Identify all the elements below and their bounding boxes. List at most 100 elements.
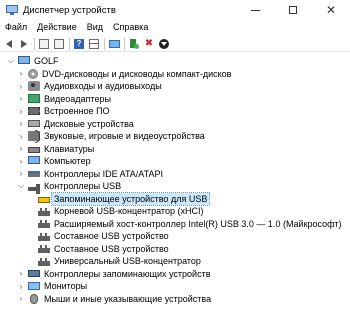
show-hidden-button[interactable]: [53, 38, 65, 50]
chevron-right-icon[interactable]: ›: [16, 294, 26, 303]
tree-item-usb-generic-hub[interactable]: Универсальный USB-концентратор: [36, 255, 201, 267]
tree-item-label: Составное USB устройство: [54, 243, 169, 254]
chevron-down-icon[interactable]: ⌵: [16, 181, 26, 191]
tree-item-label: Компьютер: [44, 156, 91, 166]
computer-icon: [28, 156, 40, 164]
tree-item-label: Расширяемый хост-контроллер Intel(R) USB…: [54, 218, 342, 229]
tree-item-disk-drives[interactable]: › Дисковые устройства: [16, 118, 134, 130]
properties-button[interactable]: [38, 38, 50, 50]
tree-item-label: Встроенное ПО: [44, 106, 110, 116]
grid-view-button[interactable]: [88, 38, 100, 50]
update-driver-button[interactable]: [128, 38, 140, 50]
computer-icon: [18, 56, 30, 64]
chevron-right-icon[interactable]: ›: [16, 132, 26, 141]
toolbar-separator: [34, 37, 35, 50]
menu-action[interactable]: Действие: [32, 20, 82, 35]
tree-item-firmware[interactable]: › Встроенное ПО: [16, 105, 110, 117]
chevron-right-icon[interactable]: ›: [16, 282, 26, 291]
properties-icon: [39, 38, 49, 49]
toolbar: ? ✖: [0, 36, 350, 52]
tree-item-label: Аудиовходы и аудиовыходы: [44, 81, 162, 91]
tree-root-label: GOLF: [34, 56, 59, 66]
tree-item-label: Видеоадаптеры: [44, 93, 111, 104]
keyboard-icon: [28, 146, 40, 153]
menu-view[interactable]: Вид: [82, 20, 108, 35]
forward-icon: [21, 39, 27, 48]
menu-file[interactable]: Файл: [0, 20, 32, 35]
tree-item-label: Мониторы: [44, 281, 88, 291]
tree-item-monitors[interactable]: › Мониторы: [16, 280, 87, 292]
chevron-right-icon[interactable]: ›: [16, 82, 26, 91]
chevron-right-icon[interactable]: ›: [16, 157, 26, 166]
toolbar-separator: [124, 37, 125, 50]
help-icon: ?: [74, 38, 84, 49]
close-icon: ✕: [325, 3, 337, 17]
tree-item-label: Звуковые, игровые и видеоустройства: [44, 131, 205, 141]
tree-item-label: Контроллеры USB: [44, 181, 122, 191]
tree-item-sound[interactable]: › Звуковые, игровые и видеоустройства: [16, 130, 205, 143]
usb-icon: [28, 184, 40, 194]
tree-item-audio-io[interactable]: › Аудиовходы и аудиовыходы: [16, 80, 162, 92]
chevron-right-icon[interactable]: ›: [16, 119, 26, 128]
chevron-right-icon[interactable]: ›: [16, 94, 26, 103]
uninstall-button[interactable]: ✖: [143, 38, 155, 50]
tree-item-label: Мыши и иные указывающие устройства: [44, 293, 212, 304]
usb-hub-icon: [38, 232, 50, 241]
chevron-right-icon[interactable]: ›: [16, 169, 26, 178]
tree-item-usb-controllers[interactable]: ⌵ Контроллеры USB: [16, 180, 122, 194]
chevron-right-icon[interactable]: ›: [16, 144, 26, 153]
disk-drive-icon: [28, 120, 40, 127]
menu-help[interactable]: Справка: [108, 20, 153, 35]
tree-item-mice[interactable]: › Мыши и иные указывающие устройства: [16, 293, 211, 305]
toolbar-separator: [104, 37, 105, 50]
tree-item-label: Дисковые устройства: [44, 118, 134, 129]
tree-root[interactable]: ⌵ GOLF: [6, 55, 59, 67]
tree-item-dvd[interactable]: › DVD-дисководы и дисководы компакт-диск…: [16, 68, 231, 80]
maximize-button[interactable]: [274, 0, 312, 20]
tree-item-usb-mass-storage[interactable]: Запоминающее устройство для USB: [36, 191, 211, 206]
chevron-right-icon[interactable]: ›: [16, 69, 26, 78]
usb-hub-icon: [38, 220, 50, 228]
tree-item-video-adapters[interactable]: › Видеоадаптеры: [16, 93, 111, 105]
window-title: Диспетчер устройств: [23, 4, 116, 16]
storage-controller-icon: [28, 270, 40, 277]
update-driver-icon: [129, 38, 139, 49]
tree-item-label: Контроллеры IDE ATA/ATAPI: [44, 168, 163, 179]
firmware-chip-icon: [28, 107, 40, 115]
tree-item-storage-controllers[interactable]: › Контроллеры запоминающих устройств: [16, 268, 211, 280]
title-bar: Диспетчер устройств ✕: [0, 0, 350, 20]
tree-item-usb-composite-1[interactable]: Составное USB устройство: [36, 230, 169, 242]
tree-item-label: Контроллеры запоминающих устройств: [44, 268, 211, 279]
tree-item-computer[interactable]: › Компьютер: [16, 155, 91, 167]
chevron-right-icon[interactable]: ›: [16, 269, 26, 278]
menu-bar: Файл Действие Вид Справка: [0, 20, 350, 35]
help-button[interactable]: ?: [73, 38, 85, 50]
chevron-down-icon[interactable]: ⌵: [6, 56, 16, 66]
disable-device-icon: [159, 38, 169, 49]
close-button[interactable]: ✕: [312, 0, 350, 20]
scan-hardware-button[interactable]: [108, 38, 120, 50]
audio-io-icon: [28, 81, 40, 91]
back-button[interactable]: [3, 38, 15, 50]
usb-hub-icon: [38, 245, 50, 253]
uninstall-icon: ✖: [144, 37, 154, 49]
scan-hardware-icon: [108, 39, 120, 48]
tree-item-usb-host-controller[interactable]: Расширяемый хост-контроллер Intel(R) USB…: [36, 218, 341, 230]
device-tree: ⌵ GOLF › DVD-дисководы и дисководы компа…: [0, 53, 350, 328]
minimize-button[interactable]: [236, 0, 274, 20]
tree-item-ide[interactable]: › Контроллеры IDE ATA/ATAPI: [16, 168, 163, 180]
tree-item-usb-composite-2[interactable]: Составное USB устройство: [36, 243, 169, 255]
tree-item-keyboards[interactable]: › Клавиатуры: [16, 143, 95, 155]
tree-item-label: Корневой USB-концентратор (xHCI): [54, 206, 204, 216]
mouse-icon: [30, 293, 38, 304]
forward-button[interactable]: [18, 38, 30, 50]
tree-item-usb-root-hub[interactable]: Корневой USB-концентратор (xHCI): [36, 205, 203, 217]
device-manager-app-icon: [6, 4, 18, 16]
minimize-icon: [250, 9, 260, 11]
back-icon: [6, 39, 12, 48]
tree-item-label: DVD-дисководы и дисководы компакт-дисков: [42, 68, 232, 79]
tree-item-label: Запоминающее устройство для USB: [50, 191, 211, 206]
disable-device-button[interactable]: [158, 38, 170, 50]
chevron-right-icon[interactable]: ›: [16, 107, 26, 116]
window-controls: ✕: [236, 0, 350, 20]
